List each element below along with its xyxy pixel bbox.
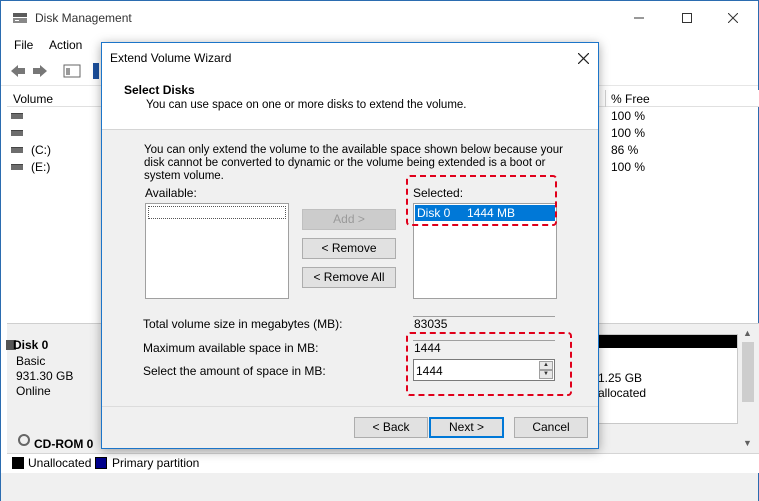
list-focus-rect	[148, 206, 286, 219]
scrollbar-thumb[interactable]	[742, 342, 754, 402]
volume-name: (E:)	[31, 160, 51, 174]
window-titlebar: Disk Management	[1, 1, 758, 35]
back-arrow-icon[interactable]	[9, 63, 27, 79]
total-size-value: 83035	[413, 316, 555, 332]
dialog-heading: Select Disks	[124, 83, 195, 97]
close-icon	[728, 13, 738, 23]
scroll-down-icon[interactable]: ▼	[743, 438, 752, 448]
vertical-scrollbar[interactable]: ▲ ▼	[738, 324, 758, 452]
volume-free: 100 %	[611, 126, 646, 140]
minimize-button[interactable]	[619, 7, 659, 29]
volume-free: 86 %	[611, 143, 639, 157]
total-size-label: Total volume size in megabytes (MB):	[143, 317, 343, 331]
drive-icon	[11, 164, 23, 170]
console-tree-icon[interactable]	[63, 63, 81, 79]
window-title: Disk Management	[35, 11, 132, 25]
maximize-icon	[682, 13, 692, 23]
dialog-title: Extend Volume Wizard	[110, 51, 232, 65]
highlight-selected-disk	[406, 175, 557, 226]
forward-arrow-icon[interactable]	[31, 63, 49, 79]
legend-primary-partition: Primary partition	[112, 456, 200, 470]
available-label: Available:	[145, 186, 197, 200]
window-close-button[interactable]	[713, 7, 753, 29]
cdrom-name[interactable]: CD-ROM 0	[34, 437, 93, 451]
disk0-size: 931.30 GB	[16, 369, 74, 383]
menu-file[interactable]: File	[14, 38, 33, 52]
drive-icon	[11, 130, 23, 136]
primary-partition-swatch	[95, 457, 107, 469]
toolbar-icon[interactable]	[93, 63, 99, 79]
back-button[interactable]: < Back	[354, 417, 428, 438]
column-volume[interactable]: Volume	[13, 92, 53, 106]
dialog-close-button[interactable]	[572, 47, 594, 69]
status-bar	[1, 473, 758, 501]
volume-free: 100 %	[611, 160, 646, 174]
footer-separator	[102, 406, 598, 407]
disk0-type: Basic	[16, 354, 46, 368]
remove-button[interactable]: < Remove	[302, 238, 396, 259]
maximize-button[interactable]	[667, 7, 707, 29]
partition-color-bar	[598, 335, 737, 348]
drive-icon	[11, 147, 23, 153]
available-disks-list[interactable]	[145, 203, 289, 299]
cd-rom-icon	[18, 434, 30, 446]
drive-icon	[11, 113, 23, 119]
add-button[interactable]: Add >	[302, 209, 396, 230]
dialog-header: Select Disks You can use space on one or…	[102, 72, 598, 130]
dialog-titlebar: Extend Volume Wizard	[102, 43, 598, 72]
disk0-status: Online	[16, 384, 51, 398]
partition-status: allocated	[598, 386, 647, 400]
legend-unallocated: Unallocated	[28, 456, 92, 470]
minimize-icon	[634, 17, 644, 19]
highlight-space-amount	[406, 332, 572, 396]
close-icon	[577, 52, 589, 64]
column-separator[interactable]	[605, 90, 606, 107]
column-percent-free[interactable]: % Free	[611, 92, 650, 106]
max-space-label: Maximum available space in MB:	[143, 341, 319, 355]
partition-size: 1.25 GB	[598, 371, 643, 385]
unallocated-swatch	[12, 457, 24, 469]
amount-space-label: Select the amount of space in MB:	[143, 364, 326, 378]
scroll-up-icon[interactable]: ▲	[743, 328, 752, 338]
dialog-subheading: You can use space on one or more disks t…	[146, 99, 467, 111]
disk-management-icon	[13, 13, 27, 23]
remove-all-button[interactable]: < Remove All	[302, 267, 396, 288]
cancel-button[interactable]: Cancel	[514, 417, 588, 438]
volume-name: (C:)	[31, 143, 51, 157]
volume-free: 100 %	[611, 109, 646, 123]
menu-action[interactable]: Action	[49, 38, 82, 52]
disk0-name[interactable]: Disk 0	[13, 338, 48, 352]
next-button[interactable]: Next >	[429, 417, 504, 438]
